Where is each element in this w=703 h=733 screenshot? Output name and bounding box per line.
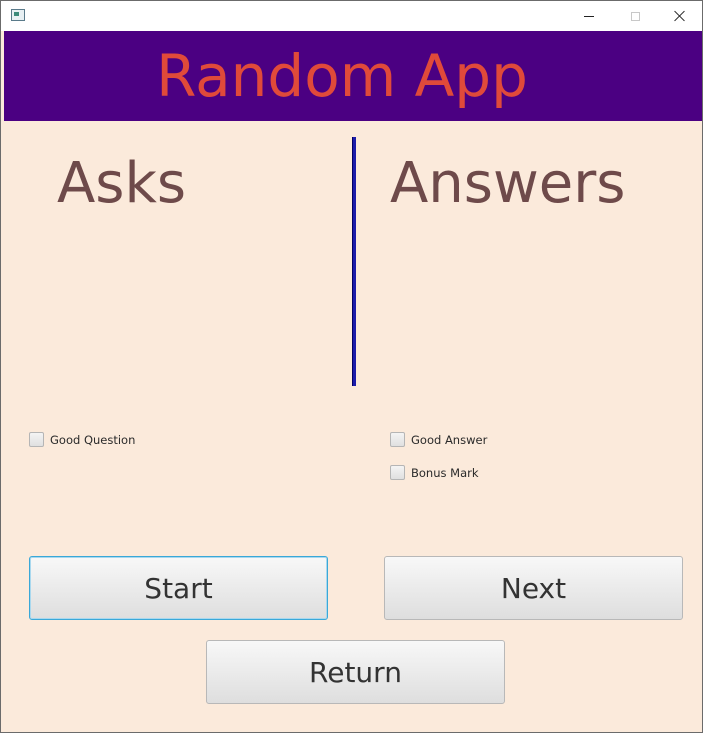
header-banner: Random App [4,31,702,121]
start-button[interactable]: Start [29,556,328,620]
asks-heading: Asks [57,151,187,216]
answers-heading: Answers [390,151,626,216]
good-answer-checkbox[interactable]: Good Answer [390,432,487,447]
close-button[interactable] [657,1,702,31]
bonus-mark-box[interactable] [390,465,405,480]
close-icon [674,10,686,22]
bonus-mark-checkbox[interactable]: Bonus Mark [390,465,479,480]
app-window: Random App Asks Answers Good Question Go… [0,0,703,733]
good-question-box[interactable] [29,432,44,447]
return-button[interactable]: Return [206,640,505,704]
good-question-checkbox[interactable]: Good Question [29,432,135,447]
next-button[interactable]: Next [384,556,683,620]
app-title: Random App [156,42,528,110]
column-divider [352,137,356,386]
good-answer-label: Good Answer [411,432,488,447]
minimize-button[interactable] [566,1,612,31]
bonus-mark-label: Bonus Mark [411,465,479,480]
good-answer-box[interactable] [390,432,405,447]
app-icon [11,9,25,21]
good-question-label: Good Question [50,432,136,447]
title-bar[interactable] [1,1,702,31]
maximize-icon [630,11,640,21]
maximize-button[interactable] [612,1,658,31]
minimize-icon [584,15,594,17]
